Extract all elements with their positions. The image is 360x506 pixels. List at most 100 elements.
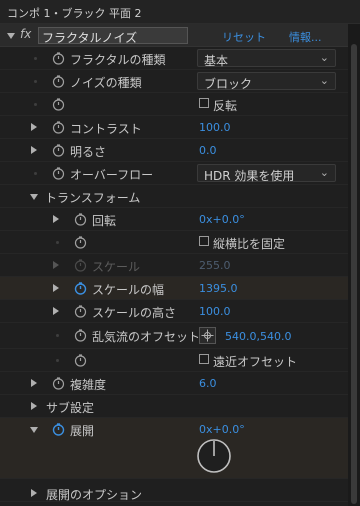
stopwatch-icon[interactable] (74, 236, 87, 249)
panel-title: コンポ 1・ブラック 平面 2 (7, 7, 142, 20)
group-row-sub-settings[interactable]: サブ設定 (0, 395, 348, 418)
expand-triangle-icon[interactable] (31, 379, 37, 387)
scale-height-label: スケールの高さ (92, 306, 177, 320)
prop-row-scale: スケール 255.0 (0, 254, 348, 277)
chevron-down-icon: ⌄ (319, 74, 329, 87)
noise-type-dropdown[interactable]: ブロック ⌄ (197, 72, 336, 91)
offset-label: 乱気流のオフセット (92, 330, 201, 344)
dot-icon (34, 103, 37, 106)
expand-triangle-icon[interactable] (31, 402, 37, 410)
prop-row-contrast: コントラスト 100.0 (0, 116, 348, 139)
effect-controls-panel: fx フラクタルノイズ リセット 情報... フラクタルの種類 基本 ⌄ ノイズ… (0, 24, 348, 506)
sub-settings-label: サブ設定 (46, 401, 95, 415)
effect-name: フラクタルノイズ (42, 31, 138, 45)
panel-titlebar: コンポ 1・ブラック 平面 2 (0, 0, 360, 24)
contrast-label: コントラスト (70, 122, 142, 136)
dot-icon (34, 57, 37, 60)
complexity-label: 複雑度 (70, 378, 107, 392)
perspective-offset-label: 遠近オフセット (213, 355, 298, 369)
rotation-value[interactable]: 0x+0.0° (199, 213, 245, 226)
stopwatch-icon (74, 259, 87, 272)
scrollbar-thumb[interactable] (351, 44, 357, 504)
rotation-label: 回転 (92, 214, 117, 228)
prop-row-noise-type: ノイズの種類 ブロック ⌄ (0, 70, 348, 93)
uniform-scale-label: 縦横比を固定 (213, 237, 286, 251)
expand-triangle-icon (53, 261, 59, 269)
stopwatch-icon[interactable] (74, 329, 87, 342)
dot-icon (34, 80, 37, 83)
expand-triangle-icon[interactable] (31, 146, 37, 154)
overflow-label: オーバーフロー (70, 168, 154, 182)
stopwatch-icon[interactable] (52, 121, 65, 134)
brightness-value[interactable]: 0.0 (199, 144, 217, 157)
prop-row-overflow: オーバーフロー HDR 効果を使用 ⌄ (0, 162, 348, 185)
prop-row-scale-height: スケールの高さ 100.0 (0, 300, 348, 323)
uniform-scale-checkbox[interactable] (199, 236, 209, 246)
expand-triangle-icon[interactable] (53, 284, 59, 292)
stopwatch-icon[interactable] (52, 98, 65, 111)
dot-icon (56, 241, 59, 244)
scale-height-value[interactable]: 100.0 (199, 305, 231, 318)
effect-name-field[interactable]: フラクタルノイズ (38, 27, 188, 45)
stopwatch-icon[interactable] (52, 377, 65, 390)
expand-triangle-icon[interactable] (53, 307, 59, 315)
dot-icon (56, 359, 59, 362)
evolution-label: 展開 (70, 424, 95, 438)
group-row-evolution-options[interactable]: 展開のオプション (0, 478, 348, 506)
dot-icon (34, 172, 37, 175)
evolution-options-label: 展開のオプション (46, 488, 143, 502)
prop-row-evolution: 展開 0x+0.0° (0, 418, 348, 478)
invert-label: 反転 (213, 99, 238, 113)
stopwatch-icon[interactable] (52, 52, 65, 65)
stopwatch-active-icon[interactable] (74, 282, 87, 295)
effect-header-row[interactable]: fx フラクタルノイズ リセット 情報... (0, 24, 348, 47)
stopwatch-icon[interactable] (52, 167, 65, 180)
fractal-type-dropdown[interactable]: 基本 ⌄ (197, 49, 336, 68)
fractal-type-value: 基本 (204, 54, 229, 68)
offset-value[interactable]: 540.0,540.0 (225, 330, 291, 343)
overflow-dropdown[interactable]: HDR 効果を使用 ⌄ (197, 164, 336, 183)
scale-label: スケール (92, 260, 141, 274)
prop-row-perspective-offset: 遠近オフセット (0, 349, 348, 372)
fx-icon[interactable]: fx (20, 27, 31, 41)
expand-triangle-icon[interactable] (31, 489, 37, 497)
evolution-dial[interactable] (196, 438, 232, 474)
stopwatch-icon[interactable] (74, 305, 87, 318)
reset-link[interactable]: リセット (222, 29, 266, 45)
evolution-value[interactable]: 0x+0.0° (199, 423, 245, 436)
group-row-transform[interactable]: トランスフォーム (0, 185, 348, 208)
prop-row-invert: 反転 (0, 93, 348, 116)
scale-value: 255.0 (199, 259, 231, 272)
prop-row-fractal-type: フラクタルの種類 基本 ⌄ (0, 47, 348, 70)
noise-type-label: ノイズの種類 (70, 76, 142, 90)
chevron-down-icon: ⌄ (319, 166, 329, 179)
noise-type-value: ブロック (204, 77, 253, 91)
brightness-label: 明るさ (70, 145, 107, 159)
info-link[interactable]: 情報... (289, 29, 322, 45)
complexity-value[interactable]: 6.0 (199, 377, 217, 390)
stopwatch-icon[interactable] (52, 75, 65, 88)
perspective-offset-checkbox[interactable] (199, 354, 209, 364)
prop-row-rotation: 回転 0x+0.0° (0, 208, 348, 231)
scale-width-label: スケールの幅 (92, 283, 165, 297)
stopwatch-icon[interactable] (74, 213, 87, 226)
collapse-triangle-icon[interactable] (7, 33, 15, 39)
invert-checkbox[interactable] (199, 98, 209, 108)
stopwatch-active-icon[interactable] (52, 423, 65, 436)
scale-width-value[interactable]: 1395.0 (199, 282, 238, 295)
chevron-down-icon: ⌄ (319, 51, 329, 64)
vertical-scrollbar[interactable] (348, 24, 360, 506)
prop-row-uniform-scale: 縦横比を固定 (0, 231, 348, 254)
collapse-triangle-icon[interactable] (30, 194, 38, 200)
expand-triangle-icon[interactable] (53, 215, 59, 223)
contrast-value[interactable]: 100.0 (199, 121, 231, 134)
prop-row-offset: 乱気流のオフセット 540.0,540.0 (0, 323, 348, 349)
stopwatch-icon[interactable] (52, 144, 65, 157)
transform-label: トランスフォーム (45, 191, 141, 205)
stopwatch-icon[interactable] (74, 354, 87, 367)
prop-row-scale-width: スケールの幅 1395.0 (0, 277, 348, 300)
expand-triangle-icon[interactable] (31, 123, 37, 131)
dot-icon (56, 334, 59, 337)
collapse-triangle-icon[interactable] (30, 427, 38, 433)
crosshair-icon[interactable] (199, 327, 216, 344)
